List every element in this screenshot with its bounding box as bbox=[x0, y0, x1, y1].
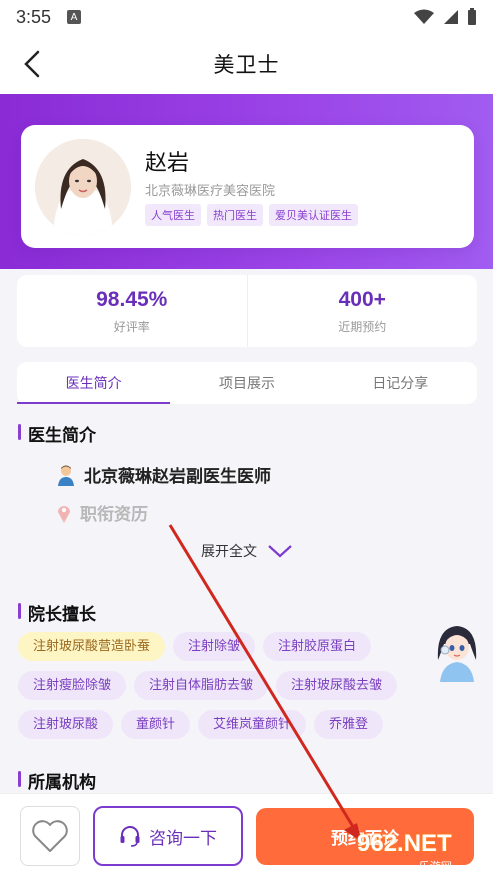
intro-line-name: 北京薇琳赵岩副医生医师 bbox=[56, 462, 271, 487]
status-time: 3:55 bbox=[16, 6, 52, 27]
status-right bbox=[413, 8, 477, 26]
skill-tag[interactable]: 注射玻尿酸 bbox=[18, 710, 114, 739]
consult-label: 咨询一下 bbox=[149, 828, 217, 849]
customer-service-avatar-button[interactable] bbox=[432, 620, 482, 682]
doctor-emoji-icon bbox=[58, 465, 74, 486]
doctor-tag: 热门医生 bbox=[207, 204, 263, 226]
section-title-org: 所属机构 bbox=[18, 768, 96, 793]
doctor-hospital: 北京薇琳医疗美容医院 bbox=[145, 184, 276, 199]
heart-icon bbox=[32, 820, 68, 852]
doctor-tag: 爱贝美认证医生 bbox=[269, 204, 358, 226]
stat-label: 近期预约 bbox=[338, 319, 387, 334]
watermark-line2: 乐游网 bbox=[418, 860, 452, 873]
tab-diaries[interactable]: 日记分享 bbox=[324, 362, 477, 404]
section-title-skills: 院长擅长 bbox=[18, 600, 96, 625]
skill-tag[interactable]: 童颜针 bbox=[121, 710, 191, 739]
intro-line2-text: 职衔资历 bbox=[80, 505, 148, 525]
tab-projects[interactable]: 项目展示 bbox=[170, 362, 323, 404]
nav-bar: 美卫士 bbox=[0, 34, 493, 94]
content-tabs: 医生简介 项目展示 日记分享 bbox=[17, 362, 477, 404]
stat-appointments: 400+ 近期预约 bbox=[246, 275, 478, 347]
section-title-intro: 医生简介 bbox=[18, 421, 96, 446]
expand-label: 展开全文 bbox=[201, 544, 257, 560]
wifi-icon bbox=[414, 9, 434, 24]
skills-list: 注射玻尿酸营造卧蚕 注射除皱 注射胶原蛋白 注射瘦脸除皱 注射自体脂肪去皱 注射… bbox=[18, 632, 423, 739]
chevron-down-icon bbox=[268, 545, 292, 558]
intro-line1-text: 北京薇琳赵岩副医生医师 bbox=[84, 467, 271, 487]
doctor-stats: 98.45% 好评率 400+ 近期预约 bbox=[17, 275, 477, 347]
stat-rating: 98.45% 好评率 bbox=[17, 275, 247, 347]
skill-tag[interactable]: 注射自体脂肪去皱 bbox=[134, 671, 269, 700]
back-button[interactable] bbox=[16, 48, 48, 80]
headset-icon bbox=[120, 826, 140, 847]
page-title: 美卫士 bbox=[213, 53, 280, 77]
stat-value: 98.45% bbox=[96, 287, 168, 311]
skill-tag[interactable]: 注射胶原蛋白 bbox=[263, 632, 372, 661]
doctor-card: 赵岩 北京薇琳医疗美容医院 人气医生 热门医生 爱贝美认证医生 bbox=[21, 125, 474, 248]
doctor-avatar bbox=[35, 139, 131, 235]
doctor-tag: 人气医生 bbox=[145, 204, 201, 226]
stat-value: 400+ bbox=[338, 287, 386, 311]
skill-tag[interactable]: 注射玻尿酸去皱 bbox=[276, 671, 398, 700]
favorite-button[interactable] bbox=[20, 806, 80, 866]
battery-icon bbox=[468, 8, 476, 25]
intro-line-title: 职衔资历 bbox=[56, 500, 148, 525]
pin-icon bbox=[58, 505, 70, 523]
signal-icon bbox=[444, 10, 458, 24]
expand-full-text-button[interactable]: 展开全文 bbox=[201, 541, 293, 561]
skill-tag[interactable]: 艾维岚童颜针 bbox=[198, 710, 307, 739]
doctor-name: 赵岩 bbox=[145, 151, 190, 176]
watermark: 962.NET 乐游网 bbox=[357, 830, 452, 874]
watermark-line1: 962.NET bbox=[357, 830, 452, 857]
skill-tag[interactable]: 注射瘦脸除皱 bbox=[18, 671, 127, 700]
skill-tag[interactable]: 注射除皱 bbox=[173, 632, 256, 661]
status-bar: 3:55 A bbox=[0, 0, 493, 34]
notification-a-icon: A bbox=[67, 10, 82, 24]
skill-tag[interactable]: 注射玻尿酸营造卧蚕 bbox=[18, 632, 166, 661]
skill-tag[interactable]: 乔雅登 bbox=[314, 710, 384, 739]
consult-button[interactable]: 咨询一下 bbox=[93, 806, 243, 866]
chevron-left-icon bbox=[24, 50, 40, 78]
assistant-girl-icon bbox=[437, 626, 477, 682]
doctor-tags: 人气医生 热门医生 爱贝美认证医生 bbox=[145, 204, 358, 226]
stat-label: 好评率 bbox=[113, 319, 150, 334]
tab-doctor-intro[interactable]: 医生简介 bbox=[17, 362, 171, 404]
